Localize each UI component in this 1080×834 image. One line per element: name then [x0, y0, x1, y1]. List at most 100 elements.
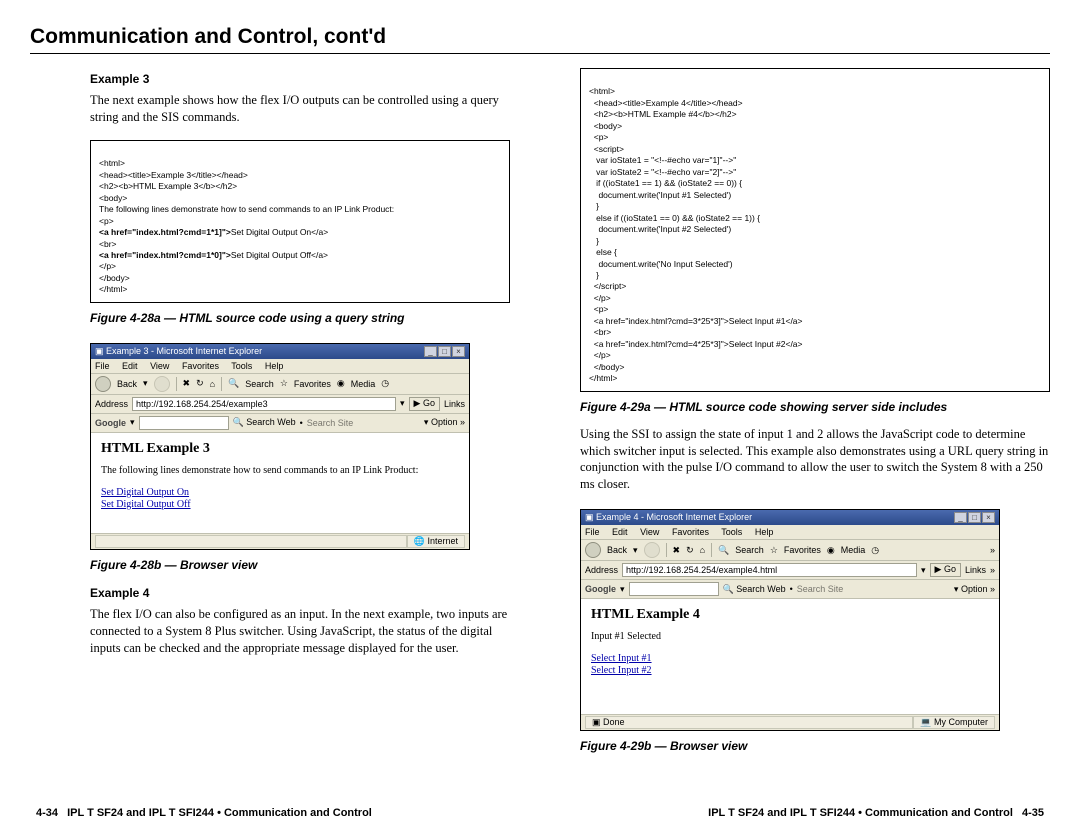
favorites-label[interactable]: Favorites — [784, 545, 821, 555]
code-line: </body> — [594, 362, 625, 372]
close-icon[interactable]: × — [982, 512, 995, 523]
menu-view[interactable]: View — [150, 361, 169, 371]
search-icon[interactable]: 🔍 — [718, 545, 729, 556]
history-icon[interactable]: ◷ — [871, 545, 879, 556]
menu-edit[interactable]: Edit — [612, 527, 628, 537]
right-paragraph: Using the SSI to assign the state of inp… — [580, 426, 1050, 494]
maximize-icon[interactable]: □ — [968, 512, 981, 523]
code-line: <br> — [594, 327, 612, 337]
stop-icon[interactable]: ✖ — [673, 545, 681, 556]
close-icon[interactable]: × — [452, 346, 465, 357]
code-line: if ((ioState1 == 1) && (ioState2 == 0)) … — [594, 178, 742, 188]
menu-file[interactable]: File — [95, 361, 110, 371]
example3-heading: Example 3 — [90, 72, 510, 86]
menu-file[interactable]: File — [585, 527, 600, 537]
minimize-icon[interactable]: _ — [424, 346, 437, 357]
address-input[interactable]: http://192.168.254.254/example4.html — [622, 563, 917, 577]
page-heading: HTML Example 3 — [101, 441, 459, 457]
code-line: </p> — [99, 261, 116, 271]
menu-favorites[interactable]: Favorites — [672, 527, 709, 537]
window-title: Example 3 - Microsoft Internet Explorer — [106, 346, 262, 356]
google-input[interactable] — [629, 582, 719, 596]
favorites-label[interactable]: Favorites — [294, 379, 331, 389]
home-icon[interactable]: ⌂ — [210, 379, 215, 389]
status-zone: 🌐 Internet — [407, 535, 465, 548]
address-label: Address — [95, 399, 128, 409]
link-select-2[interactable]: Select Input #2 — [591, 665, 652, 676]
go-button[interactable]: ▶ Go — [409, 397, 440, 411]
google-input[interactable] — [139, 416, 229, 430]
history-icon[interactable]: ◷ — [381, 378, 389, 389]
stop-icon[interactable]: ✖ — [183, 378, 191, 389]
option-button[interactable]: ▾ Option » — [954, 584, 995, 595]
menu-view[interactable]: View — [640, 527, 659, 537]
search-label[interactable]: Search — [735, 545, 764, 555]
status-left: ▣ Done — [585, 716, 913, 729]
code-line: <html> — [589, 86, 615, 96]
code-line: Set Digital Output Off</a> — [231, 250, 328, 260]
menu-favorites[interactable]: Favorites — [182, 361, 219, 371]
code-line: Set Digital Output On</a> — [231, 227, 328, 237]
window-title: Example 4 - Microsoft Internet Explorer — [596, 512, 752, 522]
menu-help[interactable]: Help — [755, 527, 774, 537]
link-set-on[interactable]: Set Digital Output On — [101, 487, 189, 498]
link-select-1[interactable]: Select Input #1 — [591, 653, 652, 664]
code-box-28a: <html> <head><title>Example 3</title></h… — [90, 140, 510, 303]
code-line: </p> — [594, 293, 611, 303]
menu-tools[interactable]: Tools — [231, 361, 252, 371]
favorites-icon[interactable]: ☆ — [280, 378, 288, 389]
dropdown-icon[interactable]: ▾ — [400, 398, 405, 409]
dropdown-icon[interactable]: ▾ — [921, 565, 926, 576]
menu-help[interactable]: Help — [265, 361, 284, 371]
code-box-29a: <html> <head><title>Example 4</title></h… — [580, 68, 1050, 392]
maximize-icon[interactable]: □ — [438, 346, 451, 357]
example3-text: The next example shows how the flex I/O … — [90, 92, 510, 126]
code-line: document.write('Input #2 Selected') — [594, 224, 731, 234]
forward-icon — [154, 376, 170, 392]
menu-bar[interactable]: File Edit View Favorites Tools Help — [581, 525, 999, 540]
favorites-icon[interactable]: ☆ — [770, 545, 778, 556]
refresh-icon[interactable]: ↻ — [686, 545, 694, 556]
back-label[interactable]: Back — [607, 545, 627, 555]
code-line: document.write('No Input Selected') — [594, 259, 733, 269]
media-icon[interactable]: ◉ — [337, 378, 345, 389]
code-line: <p> — [99, 216, 114, 226]
code-line: </p> — [594, 350, 611, 360]
links-label[interactable]: Links — [444, 399, 465, 409]
menu-tools[interactable]: Tools — [721, 527, 742, 537]
go-button[interactable]: ▶ Go — [930, 563, 961, 577]
media-icon[interactable]: ◉ — [827, 545, 835, 556]
page-text: The following lines demonstrate how to s… — [101, 465, 459, 476]
code-line: document.write('Input #1 Selected') — [594, 190, 731, 200]
address-input[interactable]: http://192.168.254.254/example3 — [132, 397, 396, 411]
back-icon[interactable] — [95, 376, 111, 392]
media-label[interactable]: Media — [841, 545, 866, 555]
search-web-button[interactable]: 🔍 Search Web — [233, 417, 296, 428]
forward-icon — [644, 542, 660, 558]
link-set-off[interactable]: Set Digital Output Off — [101, 499, 191, 510]
page-footer: 4-34 IPL T SF24 and IPL T SFI244 • Commu… — [30, 799, 1050, 819]
media-label[interactable]: Media — [351, 379, 376, 389]
code-line: </html> — [589, 373, 617, 383]
menu-bar[interactable]: File Edit View Favorites Tools Help — [91, 359, 469, 374]
browser-content: HTML Example 3 The following lines demon… — [91, 433, 469, 533]
code-line: <br> — [99, 239, 117, 249]
footer-text-left: IPL T SF24 and IPL T SFI244 • Communicat… — [67, 807, 372, 819]
code-line: <head><title>Example 4</title></head> — [594, 98, 743, 108]
search-icon[interactable]: 🔍 — [228, 378, 239, 389]
code-line: <body> — [99, 193, 127, 203]
search-label[interactable]: Search — [245, 379, 274, 389]
code-line: </script> — [594, 281, 627, 291]
back-icon[interactable] — [585, 542, 601, 558]
back-label[interactable]: Back — [117, 379, 137, 389]
home-icon[interactable]: ⌂ — [700, 545, 705, 555]
minimize-icon[interactable]: _ — [954, 512, 967, 523]
refresh-icon[interactable]: ↻ — [196, 378, 204, 389]
code-line: <h2><b>HTML Example 3</b></h2> — [99, 181, 237, 191]
menu-edit[interactable]: Edit — [122, 361, 138, 371]
search-site-button: Search Site — [797, 584, 844, 594]
page-number-right: 4-35 — [1022, 807, 1044, 819]
links-label[interactable]: Links — [965, 565, 986, 575]
search-web-button[interactable]: 🔍 Search Web — [723, 584, 786, 595]
option-button[interactable]: ▾ Option » — [424, 417, 465, 428]
